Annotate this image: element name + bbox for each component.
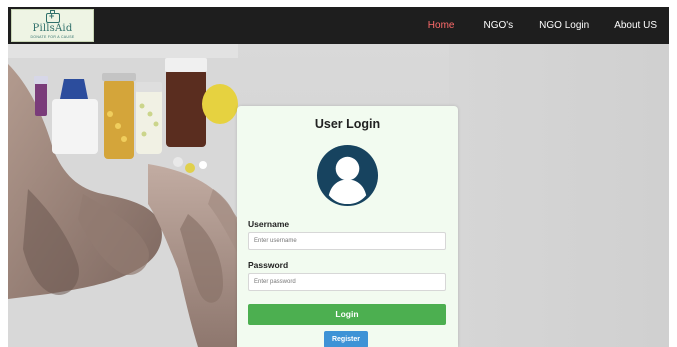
medical-kit-icon [46, 10, 60, 23]
nav-about-us[interactable]: About US [602, 7, 669, 44]
brand-tagline: DONATE FOR A CAUSE [30, 35, 75, 39]
hero-right-panel [449, 44, 669, 347]
navbar: PillsAid DONATE FOR A CAUSE Home NGO's N… [8, 7, 669, 44]
brand-name: PillsAid [32, 23, 73, 34]
password-label: Password [248, 260, 289, 270]
login-card: User Login Username Enter username Passw… [237, 106, 458, 347]
nav-ngo-login[interactable]: NGO Login [527, 7, 601, 44]
user-avatar-icon [316, 144, 379, 207]
nav-home[interactable]: Home [416, 7, 467, 44]
login-button[interactable]: Login [248, 304, 446, 325]
nav-links: Home NGO's NGO Login About US [416, 7, 669, 44]
hands-with-medicine-image [8, 44, 238, 347]
login-title: User Login [314, 117, 381, 131]
brand-logo[interactable]: PillsAid DONATE FOR A CAUSE [11, 9, 94, 42]
register-button[interactable]: Register [324, 331, 368, 347]
nav-ngos[interactable]: NGO's [471, 7, 525, 44]
username-label: Username [248, 219, 290, 229]
page: PillsAid DONATE FOR A CAUSE Home NGO's N… [0, 0, 677, 347]
password-input[interactable]: Enter password [248, 273, 446, 291]
username-input[interactable]: Enter username [248, 232, 446, 250]
